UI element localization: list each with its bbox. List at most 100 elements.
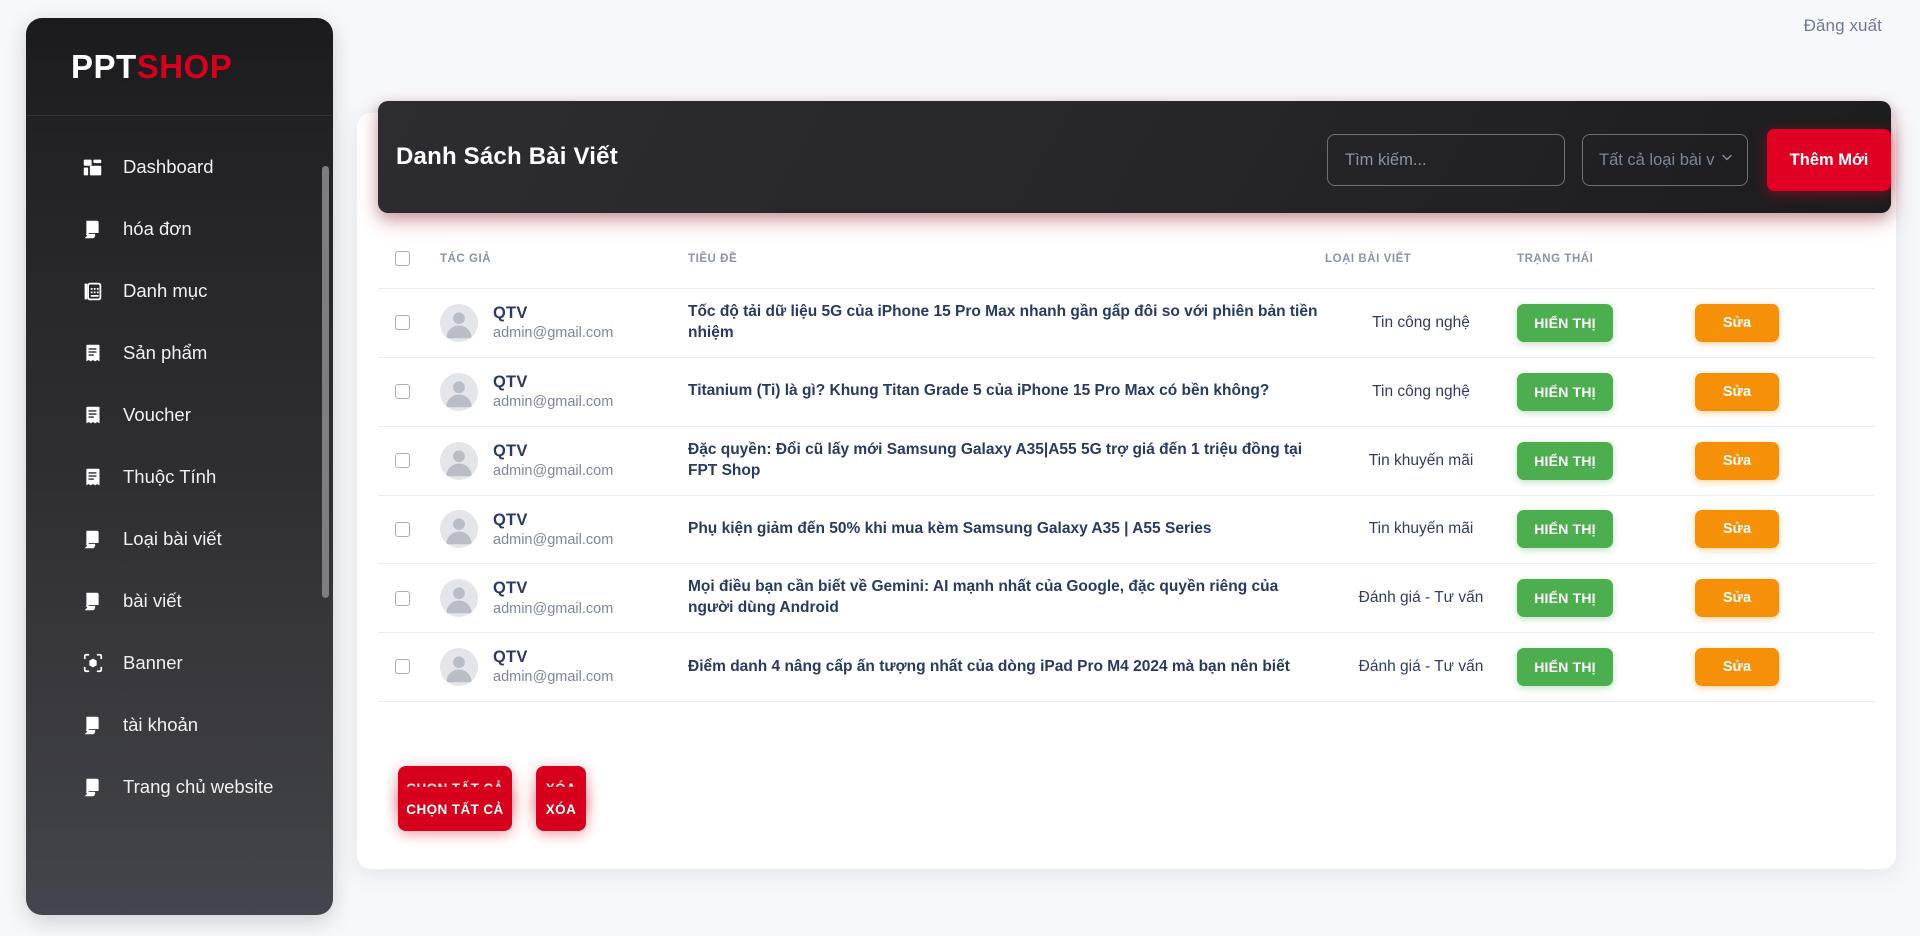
- row-checkbox[interactable]: [395, 521, 410, 537]
- edit-button[interactable]: Sửa: [1695, 510, 1779, 549]
- invoice-icon: [81, 776, 104, 799]
- sidebar-item-label: Danh mục: [123, 279, 208, 301]
- row-select-cell: [378, 495, 440, 565]
- topbar: Đăng xuất: [340, 0, 1920, 52]
- header-action: [1695, 231, 1875, 289]
- author-cell: QTV admin@gmail.com: [440, 288, 688, 358]
- row-checkbox[interactable]: [395, 659, 410, 675]
- sidebar-item-label: Thuộc Tính: [123, 465, 217, 487]
- action-cell: Sửa: [1695, 288, 1875, 358]
- author-email: admin@gmail.com: [493, 325, 614, 342]
- brand-logo[interactable]: PPTSHOP: [26, 18, 333, 116]
- edit-button[interactable]: Sửa: [1695, 648, 1779, 687]
- logout-link[interactable]: Đăng xuất: [1804, 16, 1882, 36]
- row-select-cell: [378, 426, 440, 496]
- search-input[interactable]: [1327, 134, 1565, 186]
- header-status: TRẠNG THÁI: [1517, 231, 1695, 289]
- edit-button[interactable]: Sửa: [1695, 372, 1779, 411]
- row-checkbox[interactable]: [395, 315, 410, 331]
- sidebar-item-tai-khoan[interactable]: tài khoản: [26, 694, 333, 756]
- posts-table-wrapper: TÁC GIẢ TIÊU ĐỀ LOẠI BÀI VIẾT TRẠNG THÁI: [378, 231, 1875, 703]
- author-cell: QTV admin@gmail.com: [440, 426, 688, 496]
- sidebar-item-label: tài khoản: [123, 713, 199, 735]
- sidebar-item-voucher[interactable]: Voucher: [26, 384, 333, 446]
- row-select-cell: [378, 357, 440, 427]
- admin-page-root: Đăng xuất PPTSHOP Dashboard hóa đơn Danh…: [0, 0, 1920, 936]
- sidebar-item-thuoc-tinh[interactable]: Thuộc Tính: [26, 446, 333, 508]
- row-select-cell: [378, 563, 440, 634]
- status-cell: HIỂN THỊ: [1517, 426, 1695, 496]
- row-checkbox[interactable]: [395, 384, 410, 400]
- post-title[interactable]: Tốc độ tải dữ liệu 5G của iPhone 15 Pro …: [688, 288, 1325, 358]
- select-all-button-duplicate[interactable]: CHỌN TẤT CẢ: [398, 787, 512, 831]
- sidebar: PPTSHOP Dashboard hóa đơn Danh mục Sản p…: [26, 18, 333, 915]
- post-title[interactable]: Phụ kiện giảm đến 50% khi mua kèm Samsun…: [688, 495, 1325, 565]
- post-type: Tin khuyến mãi: [1325, 495, 1517, 565]
- sidebar-item-label: Sản phẩm: [123, 341, 208, 363]
- attribute-icon: [81, 466, 104, 489]
- avatar: [440, 303, 478, 342]
- post-type: Tin công nghệ: [1325, 288, 1517, 358]
- post-type: Đánh giá - Tư vấn: [1325, 632, 1517, 703]
- table-row: QTV admin@gmail.com Điểm danh 4 nâng cấp…: [378, 632, 1875, 703]
- sidebar-item-san-pham[interactable]: Sản phẩm: [26, 322, 333, 384]
- sidebar-item-trang-chu-website[interactable]: Trang chủ website: [26, 756, 333, 818]
- status-badge[interactable]: HIỂN THỊ: [1517, 441, 1613, 480]
- sidebar-item-dashboard[interactable]: Dashboard: [26, 136, 333, 198]
- add-new-button[interactable]: Thêm Mới: [1767, 129, 1891, 191]
- delete-button-duplicate[interactable]: XÓA: [536, 787, 586, 831]
- status-cell: HIỂN THỊ: [1517, 357, 1695, 427]
- sidebar-item-label: Banner: [123, 651, 183, 673]
- invoice-icon: [81, 218, 104, 241]
- author-name: QTV: [493, 372, 528, 391]
- invoice-icon: [81, 528, 104, 551]
- banner-scan-icon: [81, 652, 104, 675]
- author-cell: QTV admin@gmail.com: [440, 495, 688, 565]
- edit-button[interactable]: Sửa: [1695, 441, 1779, 480]
- edit-button[interactable]: Sửa: [1695, 303, 1779, 342]
- action-cell: Sửa: [1695, 357, 1875, 427]
- action-cell: Sửa: [1695, 426, 1875, 496]
- table-row: QTV admin@gmail.com Titanium (Ti) là gì?…: [378, 357, 1875, 427]
- sidebar-item-loai-bai-viet[interactable]: Loại bài viết: [26, 508, 333, 570]
- sidebar-item-danh-muc[interactable]: Danh mục: [26, 260, 333, 322]
- header-select-all-cell: [378, 231, 440, 289]
- status-cell: HIỂN THỊ: [1517, 495, 1695, 565]
- row-checkbox[interactable]: [395, 452, 410, 468]
- sidebar-item-label: Dashboard: [123, 155, 214, 177]
- author-name: QTV: [493, 441, 528, 460]
- type-filter-select[interactable]: Tất cả loại bài viết Tin công nghệ Tin k…: [1582, 134, 1748, 186]
- sidebar-item-label: Trang chủ website: [123, 775, 274, 797]
- status-badge[interactable]: HIỂN THỊ: [1517, 648, 1613, 687]
- author-email: admin@gmail.com: [493, 669, 614, 686]
- sidebar-scrollbar[interactable]: [322, 166, 329, 598]
- edit-button[interactable]: Sửa: [1695, 579, 1779, 618]
- sidebar-nav: Dashboard hóa đơn Danh mục Sản phẩm Vouc…: [26, 116, 333, 915]
- sidebar-item-bai-viet[interactable]: bài viết: [26, 570, 333, 632]
- status-badge[interactable]: HIỂN THỊ: [1517, 579, 1613, 618]
- action-cell: Sửa: [1695, 563, 1875, 634]
- select-all-checkbox[interactable]: [395, 251, 410, 266]
- status-badge[interactable]: HIỂN THỊ: [1517, 510, 1613, 549]
- post-title[interactable]: Điểm danh 4 nâng cấp ấn tượng nhất của d…: [688, 632, 1325, 703]
- card-header: Danh Sách Bài Viết Tất cả loại bài viết …: [378, 101, 1891, 213]
- header-author: TÁC GIẢ: [440, 231, 688, 289]
- post-title[interactable]: Đặc quyền: Đổi cũ lấy mới Samsung Galaxy…: [688, 426, 1325, 496]
- brand-text: PPTSHOP: [71, 50, 232, 83]
- status-cell: HIỂN THỊ: [1517, 288, 1695, 358]
- sidebar-item-label: bài viết: [123, 589, 182, 611]
- sidebar-item-banner[interactable]: Banner: [26, 632, 333, 694]
- status-cell: HIỂN THỊ: [1517, 632, 1695, 703]
- post-title[interactable]: Titanium (Ti) là gì? Khung Titan Grade 5…: [688, 357, 1325, 427]
- post-title[interactable]: Mọi điều bạn cần biết về Gemini: AI mạnh…: [688, 563, 1325, 634]
- header-controls: Tất cả loại bài viết Tin công nghệ Tin k…: [1327, 129, 1891, 191]
- author-name: QTV: [493, 510, 528, 529]
- status-badge[interactable]: HIỂN THỊ: [1517, 303, 1613, 342]
- author-cell: QTV admin@gmail.com: [440, 632, 688, 703]
- posts-card: Danh Sách Bài Viết Tất cả loại bài viết …: [357, 101, 1896, 869]
- header-title: TIÊU ĐỀ: [688, 231, 1325, 289]
- row-checkbox[interactable]: [395, 590, 410, 606]
- status-badge[interactable]: HIỂN THỊ: [1517, 372, 1613, 411]
- table-row: QTV admin@gmail.com Tốc độ tải dữ liệu 5…: [378, 288, 1875, 358]
- sidebar-item-hoa-don[interactable]: hóa đơn: [26, 198, 333, 260]
